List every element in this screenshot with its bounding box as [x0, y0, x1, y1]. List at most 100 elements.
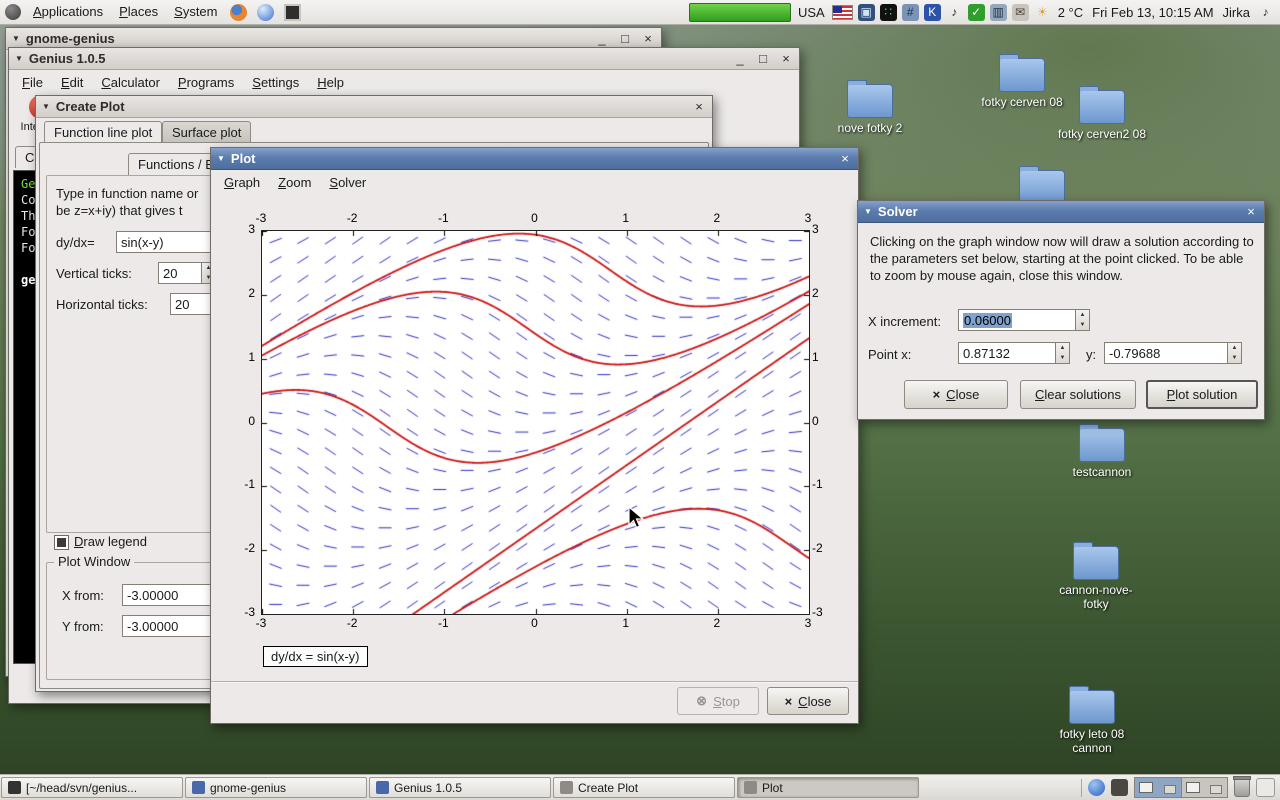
maximize-icon[interactable]: □	[618, 31, 632, 46]
window-list-icon[interactable]	[1111, 779, 1128, 796]
window-menu-icon[interactable]: ▼	[217, 154, 225, 163]
minimize-icon[interactable]: _	[595, 31, 609, 46]
taskbar-item-plot[interactable]: Plot	[737, 777, 919, 798]
desktop-icon-testcannon[interactable]: testcannon	[1056, 424, 1148, 479]
desktop-icon-label: fotky cerven2 08	[1057, 127, 1147, 141]
menu-solver[interactable]: Solver	[320, 172, 375, 193]
desktop: nove fotky 2 fotky cerven 08 fotky cerve…	[0, 0, 1280, 800]
draw-legend-checkbox[interactable]	[54, 535, 69, 550]
modem-lights-icon[interactable]: ∷	[879, 3, 897, 21]
minimize-icon[interactable]: _	[733, 51, 747, 66]
spin-down-icon[interactable]: ▼	[1228, 353, 1241, 363]
spin-buttons[interactable]: ▲▼	[1055, 343, 1069, 363]
spin-buttons[interactable]: ▲▼	[1227, 343, 1241, 363]
stop-button[interactable]: ⊗ Stop	[677, 687, 759, 715]
solver-close-button[interactable]: × Close	[904, 380, 1008, 409]
close-icon[interactable]: ×	[692, 99, 706, 114]
menu-edit[interactable]: Edit	[52, 72, 92, 93]
close-icon[interactable]: ×	[641, 31, 655, 46]
spin-up-icon[interactable]: ▲	[1076, 310, 1089, 320]
us-flag-icon[interactable]	[831, 4, 853, 20]
terminal-icon[interactable]	[284, 3, 302, 21]
menu-graph[interactable]: Graph	[215, 172, 269, 193]
spin-buttons[interactable]: ▲▼	[1075, 310, 1089, 330]
gnome-menu-icon[interactable]	[5, 4, 21, 20]
x-increment-field[interactable]: 0.06000 ▲ ▼	[958, 309, 1090, 331]
menu-help[interactable]: Help	[308, 72, 353, 93]
titlebar[interactable]: ▼ Plot ×	[211, 148, 858, 170]
menu-file[interactable]: File	[13, 72, 52, 93]
dialpad-icon[interactable]: #	[901, 3, 919, 21]
remote-desktop-icon[interactable]: ▣	[857, 3, 875, 21]
titlebar[interactable]: ▼ Solver ×	[858, 201, 1264, 223]
menu-system[interactable]: System	[166, 0, 225, 24]
tab-function-line-plot[interactable]: Function line plot	[44, 121, 163, 143]
spin-down-icon[interactable]: ▼	[1056, 353, 1069, 363]
menu-calculator[interactable]: Calculator	[92, 72, 169, 93]
plot-solution-button[interactable]: Plot solution	[1146, 380, 1258, 409]
clear-solutions-button[interactable]: Clear solutions	[1020, 380, 1136, 409]
titlebar[interactable]: ▼ Create Plot ×	[36, 96, 712, 118]
menu-zoom[interactable]: Zoom	[269, 172, 320, 193]
plot-canvas[interactable]	[262, 231, 809, 614]
workspace-1[interactable]	[1135, 778, 1182, 797]
taskbar-item-gnome-genius[interactable]: gnome-genius	[185, 777, 367, 798]
multimedia-k-icon[interactable]: K	[923, 3, 941, 21]
axis-tick-label: 0	[248, 413, 255, 428]
volume-control-icon[interactable]: ♪	[1257, 4, 1274, 21]
titlebar[interactable]: ▼ Genius 1.0.5 _ □ ×	[9, 48, 799, 70]
network-monitor-icon[interactable]: ▥	[989, 3, 1007, 21]
axis-tick-label: -2	[812, 541, 823, 556]
taskbar-item-terminal[interactable]: [~/head/svn/genius...	[1, 777, 183, 798]
window-menu-icon[interactable]: ▼	[15, 54, 23, 63]
plot-surface[interactable]	[261, 230, 810, 615]
menu-applications[interactable]: Applications	[25, 0, 111, 24]
close-icon[interactable]: ×	[779, 51, 793, 66]
horizontal-ticks-value: 20	[175, 296, 190, 312]
cpu-monitor-applet[interactable]	[688, 2, 791, 22]
weather-sun-icon[interactable]: ☀	[1034, 4, 1051, 21]
window-menu-icon[interactable]: ▼	[12, 34, 20, 43]
desktop-icon-label: testcannon	[1072, 465, 1132, 479]
close-icon[interactable]: ×	[838, 151, 852, 166]
desktop-icon-cannon-nove-fotky[interactable]: cannon-nove-fotky	[1050, 542, 1142, 611]
vertical-ticks-field[interactable]: 20 ▲ ▼	[158, 262, 216, 284]
tab-surface-plot[interactable]: Surface plot	[162, 121, 252, 143]
window-menu-icon[interactable]: ▼	[864, 207, 872, 216]
menu-programs[interactable]: Programs	[169, 72, 243, 93]
spin-down-icon[interactable]: ▼	[1076, 320, 1089, 330]
menu-places[interactable]: Places	[111, 0, 166, 24]
updates-icon[interactable]: ✓	[967, 3, 985, 21]
trash-icon[interactable]	[1233, 776, 1251, 797]
firefox-icon[interactable]	[230, 3, 248, 21]
volume-icon[interactable]: ♪	[946, 4, 963, 21]
solver-close-label: Close	[946, 387, 980, 402]
point-y-field[interactable]: -0.79688 ▲ ▼	[1104, 342, 1242, 364]
window-menu-icon[interactable]: ▼	[42, 102, 50, 111]
mail-notifier-icon[interactable]: ✉	[1011, 3, 1029, 21]
axis-tick-label: -3	[244, 605, 255, 619]
spin-up-icon[interactable]: ▲	[1228, 343, 1241, 353]
taskbar-item-create-plot[interactable]: Create Plot	[553, 777, 735, 798]
window-plot: ▼ Plot × Graph Zoom Solver dy/dx = sin(x…	[210, 147, 859, 724]
y-from-value: -3.00000	[127, 618, 179, 634]
desktop-icon-fotky-cerven2-08[interactable]: fotky cerven2 08	[1056, 86, 1148, 141]
close-icon[interactable]: ×	[1244, 204, 1258, 219]
workspace-switcher[interactable]	[1134, 777, 1228, 798]
maximize-icon[interactable]: □	[756, 51, 770, 66]
app-icon	[192, 781, 205, 794]
desktop-icon-nove-fotky-2[interactable]: nove fotky 2	[824, 80, 916, 135]
taskbar-item-genius[interactable]: Genius 1.0.5	[369, 777, 551, 798]
browser-icon[interactable]	[1088, 779, 1105, 796]
browser-globe-icon[interactable]	[257, 3, 275, 21]
solver-description: Clicking on the graph window now will dr…	[870, 234, 1254, 283]
menu-settings[interactable]: Settings	[243, 72, 308, 93]
workspace-2[interactable]	[1181, 778, 1227, 797]
stop-icon: ⊗	[696, 693, 708, 708]
desktop-icon-fotky-leto-08-cannon[interactable]: fotky leto 08 cannon	[1046, 686, 1138, 755]
close-button[interactable]: × Close	[767, 687, 849, 715]
show-desktop-icon[interactable]	[1256, 778, 1275, 797]
spin-up-icon[interactable]: ▲	[1056, 343, 1069, 353]
point-x-field[interactable]: 0.87132 ▲ ▼	[958, 342, 1070, 364]
desktop-icon-fotky-cerven-08[interactable]: fotky cerven 08	[976, 54, 1068, 109]
